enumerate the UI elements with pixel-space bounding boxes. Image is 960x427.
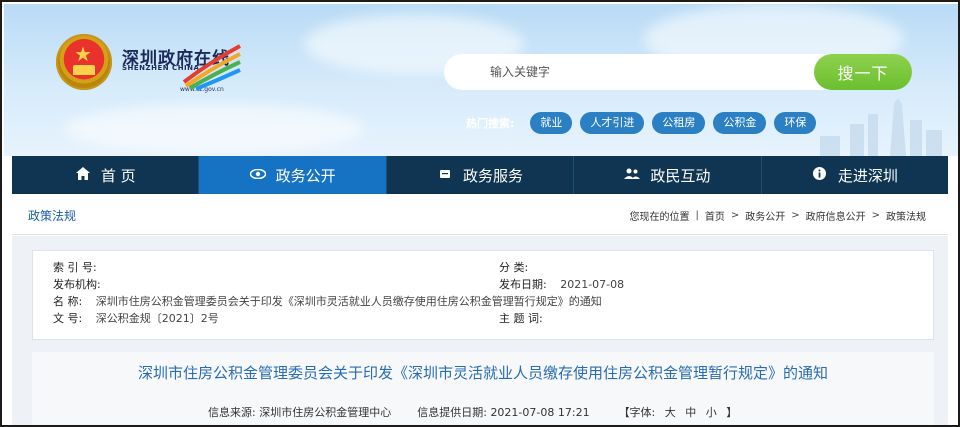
chevron-right-icon: > xyxy=(791,210,800,221)
nav-item-label: 走进深圳 xyxy=(837,166,898,185)
font-size-small[interactable]: 小 xyxy=(706,406,717,419)
meta-publisher: 发布机构: xyxy=(53,278,101,291)
section-title: 政策法规 xyxy=(28,209,77,223)
skyline-decoration xyxy=(820,98,942,156)
breadcrumb-bar: 政策法规 您现在的位置 | 首页 > 政务公开 > 政府信息公开 > 政策法规 xyxy=(12,195,948,235)
content-area: 索 引 号: 分 类: 发布机构: 发布日期: 2021-07-08 名 称: … xyxy=(12,236,948,425)
font-size-medium[interactable]: 中 xyxy=(685,406,696,419)
breadcrumb-prefix: 您现在的位置 xyxy=(629,212,690,223)
search-box: 搜一下 xyxy=(444,54,912,90)
breadcrumb-separator: | xyxy=(695,210,699,221)
nav-item-label: 政务公开 xyxy=(275,166,336,185)
meta-index-no: 索 引 号: xyxy=(53,261,97,274)
national-emblem-icon: ★ xyxy=(56,34,112,90)
document-title: 深圳市住房公积金管理委员会关于印发《深圳市灵活就业人员缴存使用住房公积金管理暂行… xyxy=(137,364,828,382)
chevron-right-icon: > xyxy=(730,210,740,221)
meta-subject: 主 题 词: xyxy=(499,312,543,325)
meta-name: 名 称: 深圳市住房公积金管理委员会关于印发《深圳市灵活就业人员缴存使用住房公积… xyxy=(53,295,602,308)
people-icon xyxy=(624,168,641,183)
chevron-right-icon: > xyxy=(871,210,880,221)
hot-tag-public-housing[interactable]: 公租房 xyxy=(652,112,706,134)
search-button[interactable]: 搜一下 xyxy=(814,54,912,90)
document-header: 深圳市住房公积金管理委员会关于印发《深圳市灵活就业人员缴存使用住房公积金管理暂行… xyxy=(32,352,934,425)
nav-item-gov-affairs-open[interactable]: 政务公开 xyxy=(199,156,387,194)
document-source: 信息来源: 深圳市住房公积金管理中心 xyxy=(208,406,392,419)
hot-tag-talent[interactable]: 人才引进 xyxy=(580,112,645,134)
browser-frame: ★ 深圳政府在线 SHENZHEN CHINA www.sz.gov.cn 搜一… xyxy=(0,0,960,427)
nav-item-label: 政民互动 xyxy=(650,166,711,185)
nav-item-label: 首 页 xyxy=(100,166,136,185)
meta-publish-date: 发布日期: 2021-07-08 xyxy=(499,278,625,291)
document-provide-date: 信息提供日期: 2021-07-08 17:21 xyxy=(417,406,590,419)
cloud-decoration xyxy=(64,104,364,154)
breadcrumb-gov-info-open[interactable]: 政府信息公开 xyxy=(806,208,866,223)
hot-search-label: 热门搜索: xyxy=(466,117,515,130)
font-size-large[interactable]: 大 xyxy=(665,406,676,419)
breadcrumb: 您现在的位置 | 首页 > 政务公开 > 政府信息公开 > 政策法规 xyxy=(629,208,926,223)
document-meta-box: 索 引 号: 分 类: 发布机构: 发布日期: 2021-07-08 名 称: … xyxy=(32,250,934,340)
logo-swoosh-icon xyxy=(182,44,241,90)
font-size-control: 【字体: 大 中 小 】 xyxy=(618,406,738,419)
hot-tag-jobs[interactable]: 就业 xyxy=(530,112,573,134)
nav-item-about-shenzhen[interactable]: 走进深圳 xyxy=(762,156,948,194)
meta-category: 分 类: xyxy=(499,261,529,274)
nav-item-home[interactable]: 首 页 xyxy=(12,156,200,194)
main-nav: 首 页 政务公开 政务服务 政民互动 走进深圳 xyxy=(12,156,948,194)
nav-item-label: 政务服务 xyxy=(463,166,524,185)
home-icon xyxy=(75,166,91,184)
site-header: ★ 深圳政府在线 SHENZHEN CHINA www.sz.gov.cn 搜一… xyxy=(4,4,958,156)
nav-item-interaction[interactable]: 政民互动 xyxy=(574,156,762,194)
breadcrumb-home[interactable]: 首页 xyxy=(705,208,725,223)
breadcrumb-policy[interactable]: 政策法规 xyxy=(886,208,926,223)
eye-icon xyxy=(249,168,266,183)
nav-item-gov-services[interactable]: 政务服务 xyxy=(387,156,575,194)
search-input[interactable] xyxy=(444,54,812,90)
card-icon xyxy=(437,168,453,183)
meta-doc-no: 文 号: 深公积金规〔2021〕2号 xyxy=(53,312,219,325)
info-icon xyxy=(812,166,828,184)
breadcrumb-gov-affairs-open[interactable]: 政务公开 xyxy=(745,208,785,223)
document-info: 信息来源: 深圳市住房公积金管理中心 信息提供日期: 2021-07-08 17… xyxy=(208,404,740,420)
